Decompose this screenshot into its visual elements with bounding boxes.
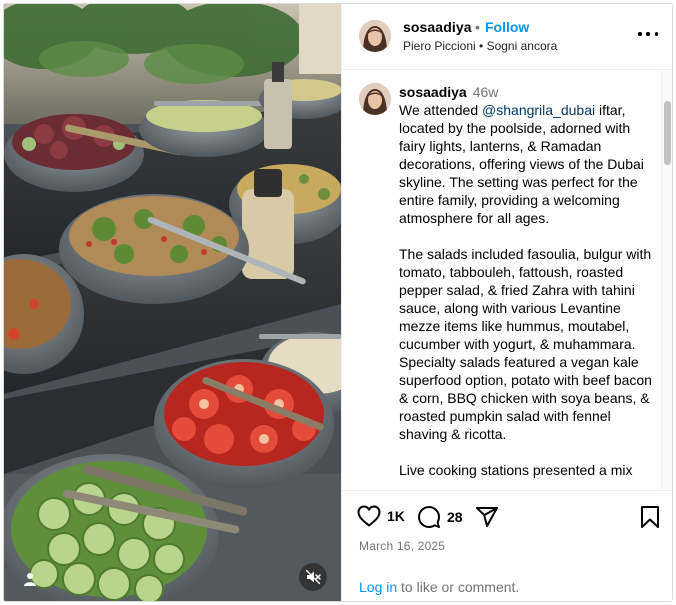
follow-button[interactable]: Follow: [485, 19, 529, 35]
post-caption: sosaadiya 46w We attended @shangrila_dubai…: [399, 83, 654, 489]
user-tag-button[interactable]: [18, 567, 42, 591]
comments-area: sosaadiya 46w We attended @shangrila_dubai…: [342, 71, 672, 489]
post-details-panel: sosaadiya • Follow Piero Piccioni • Sogn…: [341, 4, 672, 601]
buffet-photo: [4, 4, 341, 601]
caption-text: We attended: [399, 102, 483, 118]
avatar-portrait: [359, 83, 391, 115]
mute-button[interactable]: [299, 563, 327, 591]
caption-paragraph-3: Live cooking stations presented a mix: [399, 462, 633, 478]
share-button[interactable]: [475, 505, 499, 529]
caption-username[interactable]: sosaadiya: [399, 84, 467, 100]
avatar-portrait: [359, 20, 391, 52]
mention-link[interactable]: @shangrila_dubai: [482, 102, 595, 118]
post-actions: 1K 28 March 16, 2025 Log in to like or c…: [342, 490, 672, 601]
audio-attribution[interactable]: Piero Piccioni • Sogni ancora: [403, 39, 557, 53]
author-username[interactable]: sosaadiya: [403, 19, 472, 35]
scrollbar-thumb[interactable]: [664, 101, 671, 165]
post-media[interactable]: [4, 4, 341, 601]
muted-speaker-icon: [305, 569, 321, 585]
user-tag-icon: [24, 573, 36, 586]
post-frame: sosaadiya • Follow Piero Piccioni • Sogn…: [3, 3, 673, 602]
more-options-button[interactable]: [638, 30, 658, 38]
login-link[interactable]: Log in: [359, 579, 397, 595]
caption-paragraph-1: sosaadiya 46w We attended @shangrila_dubai…: [399, 83, 654, 227]
caption-paragraph-2: The salads included fasoulia, bulgur wit…: [399, 246, 652, 442]
heart-icon: [357, 505, 381, 527]
post-date[interactable]: March 16, 2025: [359, 539, 445, 553]
bookmark-icon: [641, 506, 659, 528]
login-prompt: Log in to like or comment.: [359, 579, 519, 595]
like-button[interactable]: 1K: [357, 505, 405, 527]
caption-timestamp[interactable]: 46w: [473, 84, 499, 100]
comment-icon: [418, 506, 440, 528]
comments-scrollbar[interactable]: [661, 71, 672, 489]
comment-button[interactable]: 28: [417, 505, 463, 529]
post-header: sosaadiya • Follow Piero Piccioni • Sogn…: [342, 4, 672, 70]
author-avatar[interactable]: [359, 20, 391, 52]
login-prompt-text: to like or comment.: [397, 579, 520, 595]
send-icon: [476, 507, 498, 527]
comment-count[interactable]: 28: [447, 509, 463, 525]
caption-text: iftar, located by the poolside, adorned …: [399, 102, 644, 226]
caption-author-avatar[interactable]: [359, 83, 391, 115]
more-horizontal-icon: [638, 32, 642, 36]
save-button[interactable]: [640, 505, 660, 529]
like-count[interactable]: 1K: [387, 508, 405, 524]
separator-dot: •: [475, 19, 480, 35]
